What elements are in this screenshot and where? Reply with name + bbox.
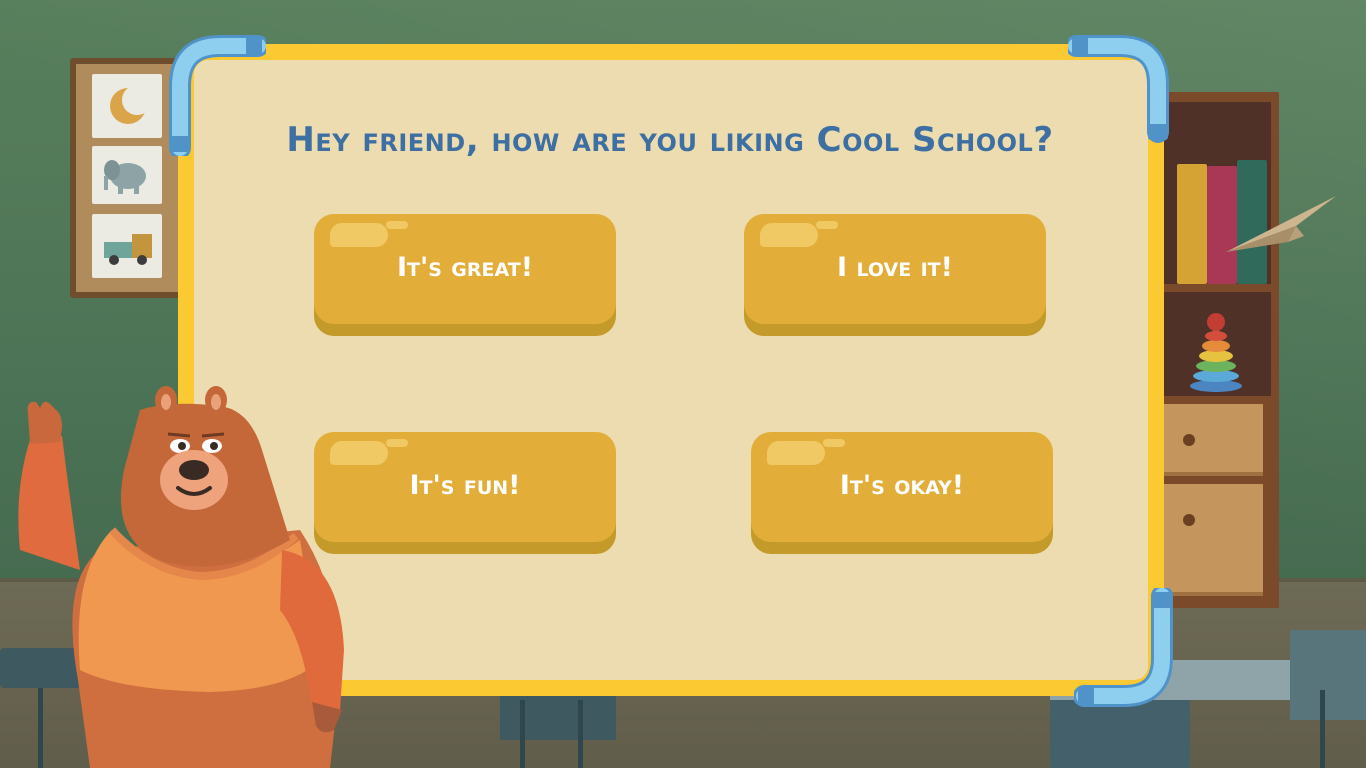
button-shine: [823, 439, 845, 447]
paper-plane-icon: [1226, 196, 1336, 252]
answer-label: It's okay!: [839, 470, 965, 501]
drawer-knob: [1183, 514, 1195, 526]
answer-button-love[interactable]: I love it!: [744, 214, 1046, 336]
ring-stacker-icon: [1190, 313, 1242, 392]
drawer-knob: [1183, 434, 1195, 446]
shelf-drawer: [1163, 484, 1263, 596]
question-title: Hey friend, how are you liking Cool Scho…: [286, 120, 1054, 160]
button-shine: [760, 223, 818, 247]
truck-icon: [104, 234, 152, 265]
truck-drawing: [92, 214, 162, 278]
answer-button-okay[interactable]: It's okay!: [751, 432, 1053, 554]
shelf-drawer: [1163, 404, 1263, 476]
chair-leg: [1320, 690, 1325, 768]
answer-label: I love it!: [837, 252, 953, 283]
bookshelf: [1155, 92, 1279, 608]
chair-leg: [520, 700, 525, 768]
answer-label: It's great!: [396, 252, 534, 283]
button-shine: [816, 221, 838, 229]
chair: [1290, 630, 1366, 720]
button-shine: [330, 223, 388, 247]
chair: [500, 690, 616, 740]
button-shine: [386, 221, 408, 229]
answer-button-great[interactable]: It's great!: [314, 214, 616, 336]
button-shine: [386, 439, 408, 447]
book: [1177, 164, 1207, 284]
chair-leg: [578, 700, 583, 768]
shelf-middle-compartment: [1163, 292, 1271, 396]
bear-character-icon: [18, 386, 344, 768]
corner-pipe-bottom-right: [1074, 588, 1173, 707]
button-shine: [767, 441, 825, 465]
